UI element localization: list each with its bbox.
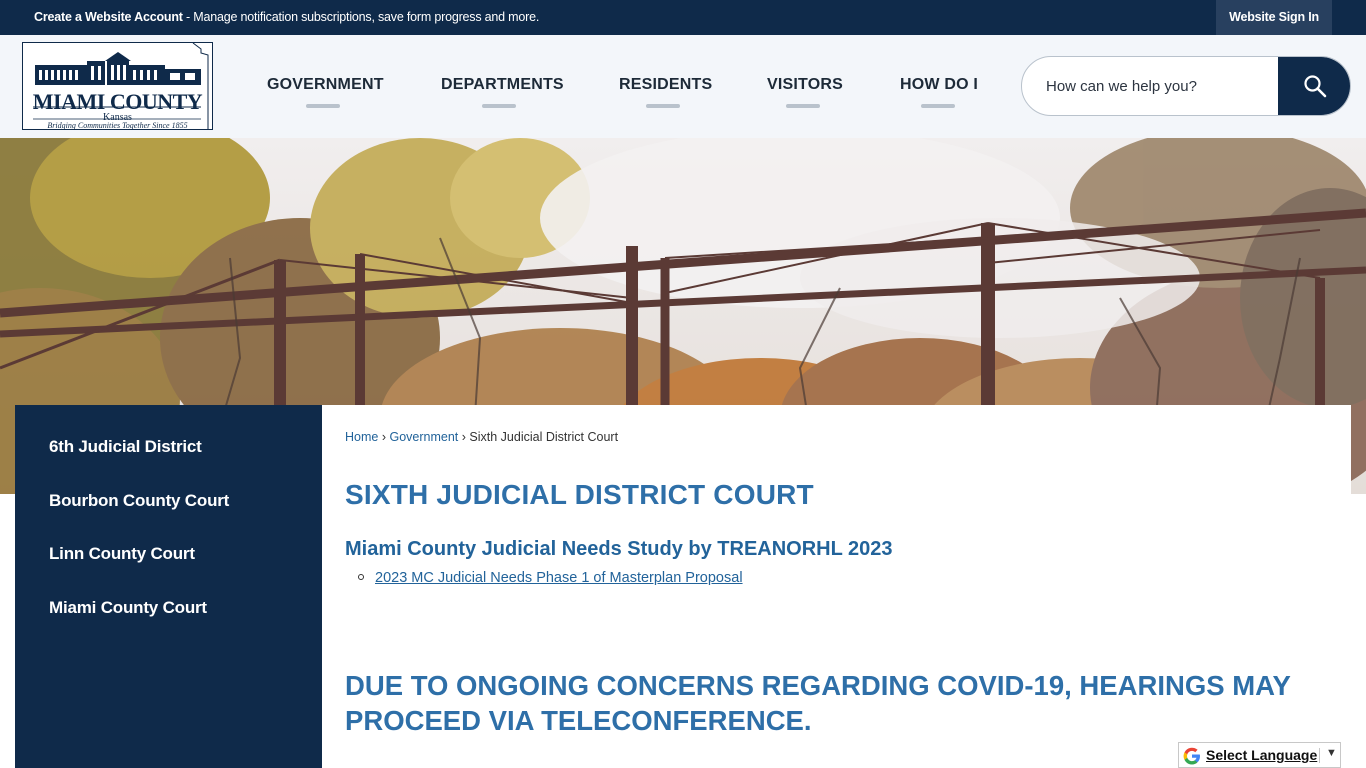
county-logo[interactable]: MIAMI COUNTY Kansas Bridging Communities…	[22, 42, 213, 130]
select-language-label[interactable]: Select Language	[1206, 747, 1317, 763]
nav-how-do-i-indicator	[921, 104, 955, 108]
logo-tagline: Bridging Communities Together Since 1855	[47, 121, 188, 130]
nav-government-indicator	[306, 104, 340, 108]
judicial-needs-document-link[interactable]: 2023 MC Judicial Needs Phase 1 of Master…	[375, 570, 743, 586]
dropdown-caret-icon[interactable]: ▼	[1326, 747, 1337, 759]
search-button[interactable]	[1278, 57, 1350, 115]
nav-residents[interactable]: RESIDENTS	[619, 76, 712, 94]
breadcrumb-separator: ›	[461, 430, 466, 444]
nav-how-do-i[interactable]: HOW DO I	[900, 76, 978, 94]
covid-notice: DUE TO ONGOING CONCERNS REGARDING COVID-…	[345, 670, 1291, 736]
study-heading: Miami County Judicial Needs Study by TRE…	[345, 538, 893, 560]
top-utility-bar: Create a Website Account - Manage notifi…	[0, 0, 1366, 35]
breadcrumb: Home › Government › Sixth Judicial Distr…	[345, 430, 618, 444]
sidebar-item-linn-county-court[interactable]: Linn County Court	[49, 544, 195, 564]
nav-residents-indicator	[646, 104, 680, 108]
page-title: SIXTH JUDICIAL DISTRICT COURT	[345, 479, 814, 510]
site-search	[1021, 56, 1351, 116]
breadcrumb-current: Sixth Judicial District Court	[469, 430, 619, 444]
nav-departments[interactable]: DEPARTMENTS	[441, 76, 564, 94]
create-account-label[interactable]: Create a Website Account	[34, 10, 183, 24]
breadcrumb-home[interactable]: Home	[345, 430, 378, 444]
nav-visitors[interactable]: VISITORS	[767, 76, 843, 94]
nav-departments-indicator	[482, 104, 516, 108]
create-account-link[interactable]: Create a Website Account - Manage notifi…	[34, 10, 539, 24]
nav-visitors-indicator	[786, 104, 820, 108]
search-input[interactable]	[1046, 57, 1276, 115]
nav-government[interactable]: GOVERNMENT	[267, 76, 384, 94]
breadcrumb-government[interactable]: Government	[389, 430, 458, 444]
site-header: MIAMI COUNTY Kansas Bridging Communities…	[0, 35, 1366, 138]
breadcrumb-separator: ›	[381, 430, 386, 444]
translate-divider	[1319, 748, 1320, 763]
main-content: Home › Government › Sixth Judicial Distr…	[322, 405, 1351, 768]
sidebar-nav: 6th Judicial District Bourbon County Cou…	[15, 405, 322, 768]
language-selector[interactable]: Select Language ▼	[1178, 742, 1341, 768]
sidebar-item-bourbon-county-court[interactable]: Bourbon County Court	[49, 491, 229, 511]
search-icon	[1304, 75, 1327, 98]
list-bullet	[358, 574, 364, 580]
website-sign-in-button[interactable]: Website Sign In	[1216, 0, 1332, 35]
sidebar-item-miami-county-court[interactable]: Miami County Court	[49, 598, 207, 618]
create-account-description: - Manage notification subscriptions, sav…	[182, 10, 540, 24]
google-g-icon	[1183, 747, 1200, 765]
sidebar-item-6th-judicial-district[interactable]: 6th Judicial District	[49, 437, 202, 457]
